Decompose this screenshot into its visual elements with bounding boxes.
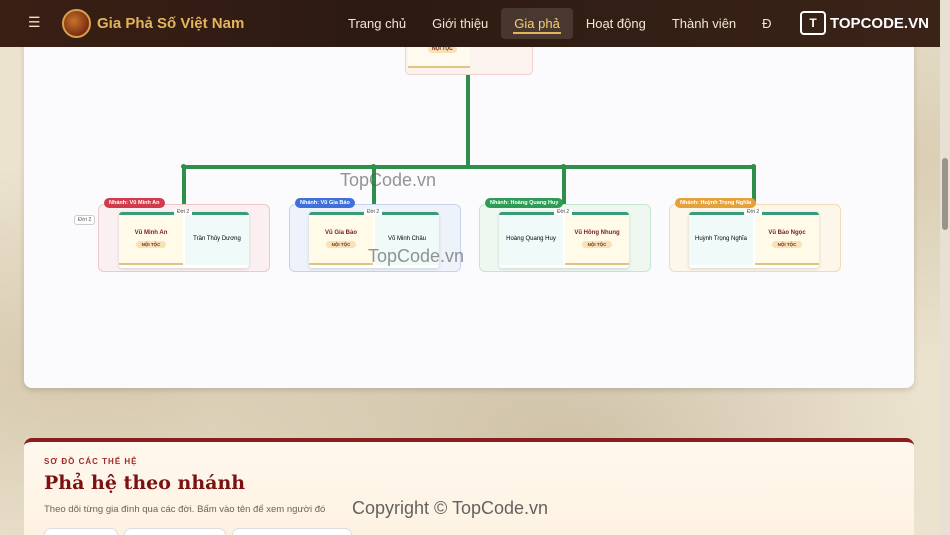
lineage-badge: NỘI TỘC (136, 241, 166, 248)
person-name[interactable]: Vũ Bảo Ngọc (755, 230, 819, 236)
couple-card[interactable]: Đời 2 Huỳnh Trọng Nghĩa Vũ Bảo Ngọc NỘI … (689, 209, 819, 268)
hamburger-icon[interactable]: ☰ (28, 15, 41, 29)
branch-tag[interactable]: Nhánh: Huỳnh Trọng Nghĩa (675, 198, 757, 208)
person-name[interactable]: Vũ Gia Bảo (309, 230, 373, 236)
person-card[interactable]: Vũ Hồng Nhung NỘI TỘC (565, 215, 629, 265)
branch-tag[interactable]: Nhánh: Vũ Minh An (104, 198, 165, 208)
trunk-line (466, 75, 470, 168)
generation-label: Đời 2 (74, 215, 96, 225)
person-name[interactable]: Hoàng Quang Huy (499, 236, 563, 242)
scrollbar-thumb[interactable] (942, 158, 948, 230)
lineage-badge: NỘI TỘC (772, 241, 802, 248)
branch-filter-tab[interactable] (44, 528, 118, 535)
watermark-text: Copyright © TopCode.vn (352, 498, 549, 518)
nav-gia-pha[interactable]: Gia phả (501, 8, 573, 39)
person-card[interactable]: Vũ Minh An NỘI TỘC (119, 215, 183, 265)
horizontal-connector (182, 165, 756, 169)
person-name[interactable]: Trần Thủy Dương (185, 236, 249, 242)
nav-more[interactable]: Đ (749, 8, 784, 39)
person-name[interactable]: Võ Minh Châu (375, 236, 439, 242)
section-title: Phả hệ theo nhánh (44, 472, 246, 494)
topcode-watermark-text: TOPCODE.VN (830, 14, 929, 32)
couple-card[interactable]: Đời 2 Vũ Minh An NỘI TỘC Trần Thủy Dương (119, 209, 249, 268)
person-card[interactable]: Vũ Bảo Ngọc NỘI TỘC (755, 215, 819, 265)
spouse-card[interactable]: Huỳnh Trọng Nghĩa (689, 215, 753, 265)
connector-dot (561, 164, 566, 169)
scrollbar-track[interactable] (940, 0, 950, 535)
branch-tag[interactable]: Nhánh: Vũ Gia Bảo (295, 198, 355, 208)
connector-dot (751, 164, 756, 169)
lineage-badge: NỘI TỘC (582, 241, 612, 248)
section-kicker: SƠ ĐỒ CÁC THẾ HỆ (44, 457, 138, 466)
nav-trang-chu[interactable]: Trang chủ (335, 8, 419, 39)
watermark-text: TopCode.vn (368, 246, 465, 266)
watermark-text: TopCode.vn (340, 170, 437, 190)
person-name[interactable]: Vũ Hồng Nhung (565, 230, 629, 236)
brand-name[interactable]: Gia Phả Số Việt Nam (97, 15, 244, 32)
person-card[interactable]: Vũ Gia Bảo NỘI TỘC (309, 215, 373, 265)
spouse-card[interactable]: Trần Thủy Dương (185, 215, 249, 265)
main-nav: Trang chủ Giới thiệu Gia phả Hoạt động T… (335, 8, 785, 39)
branch-tag[interactable]: Nhánh: Hoàng Quang Huy (485, 198, 564, 208)
nav-gioi-thieu[interactable]: Giới thiệu (419, 8, 501, 39)
top-navbar: ☰ Gia Phả Số Việt Nam Trang chủ Giới thi… (0, 0, 950, 47)
topcode-watermark-logo: T TOPCODE.VN (800, 11, 929, 35)
connector-dot (371, 164, 376, 169)
section-description: Theo dõi từng gia đình qua các đời. Bấm … (44, 504, 326, 515)
person-name[interactable]: Vũ Minh An (119, 230, 183, 236)
nav-thanh-vien[interactable]: Thành viên (659, 8, 749, 39)
topcode-badge-icon: T (800, 11, 826, 35)
connector-dot (181, 164, 186, 169)
person-name[interactable]: Huỳnh Trọng Nghĩa (689, 236, 753, 242)
couple-card[interactable]: Đời 2 Hoàng Quang Huy Vũ Hồng Nhung NỘI … (499, 209, 629, 268)
lineage-badge: NỘI TỘC (326, 241, 356, 248)
branch-filter-tab[interactable] (232, 528, 352, 535)
branch-filter-tab[interactable] (124, 528, 226, 535)
site-logo[interactable] (62, 9, 91, 38)
spouse-card[interactable]: Hoàng Quang Huy (499, 215, 563, 265)
nav-hoat-dong[interactable]: Hoạt động (573, 8, 659, 39)
